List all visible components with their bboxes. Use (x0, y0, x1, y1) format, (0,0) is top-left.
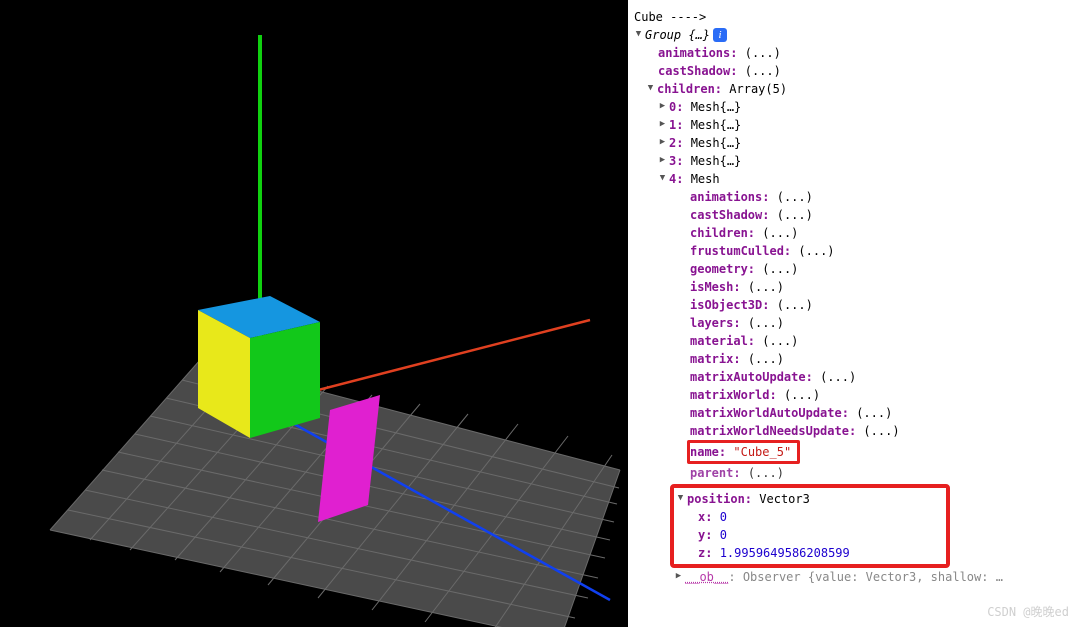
scene-svg (0, 0, 628, 627)
cube-side-face (250, 322, 320, 438)
child-3[interactable]: ▶3: Mesh {…} (634, 152, 1071, 170)
prop-observer[interactable]: ▶ __ob__: Observer {value: Vector3, shal… (634, 568, 1071, 586)
prop-matrixWorldAutoUpdate[interactable]: matrixWorldAutoUpdate: (...) (634, 404, 1071, 422)
prop-name[interactable]: name: "Cube_5" (634, 440, 1071, 464)
position-x[interactable]: x: 0 (676, 508, 940, 526)
child-4[interactable]: ▼ 4: Mesh (634, 170, 1071, 188)
prop-matrixWorldNeedsUpdate[interactable]: matrixWorldNeedsUpdate: (...) (634, 422, 1071, 440)
console-log-header: Cube ----> (634, 8, 1071, 26)
position-z[interactable]: z: 1.9959649586208599 (676, 544, 940, 562)
prop-frustumCulled[interactable]: frustumCulled: (...) (634, 242, 1071, 260)
caret-right-icon[interactable]: ▶ (658, 100, 667, 114)
caret-right-icon[interactable]: ▶ (674, 570, 683, 584)
devtools-console[interactable]: Cube ----> ▼ Group {…} i animations: (..… (628, 0, 1077, 627)
group-root[interactable]: ▼ Group {…} i (634, 26, 1071, 44)
prop-isObject3D[interactable]: isObject3D: (...) (634, 296, 1071, 314)
prop-geometry[interactable]: geometry: (...) (634, 260, 1071, 278)
prop-matrix[interactable]: matrix: (...) (634, 350, 1071, 368)
prop-matrixWorld[interactable]: matrixWorld: (...) (634, 386, 1071, 404)
caret-down-icon[interactable]: ▼ (658, 172, 667, 186)
caret-down-icon[interactable]: ▼ (634, 28, 643, 42)
caret-right-icon[interactable]: ▶ (658, 136, 667, 150)
prop-position[interactable]: ▼ position: Vector3 (676, 490, 940, 508)
3d-viewport[interactable] (0, 0, 628, 627)
info-icon[interactable]: i (713, 28, 727, 42)
caret-right-icon[interactable]: ▶ (658, 118, 667, 132)
child-2[interactable]: ▶2: Mesh {…} (634, 134, 1071, 152)
prop-castShadow[interactable]: castShadow: (...) (634, 206, 1071, 224)
child-1[interactable]: ▶1: Mesh {…} (634, 116, 1071, 134)
watermark: CSDN @晚晚ed (987, 603, 1069, 621)
prop-layers[interactable]: layers: (...) (634, 314, 1071, 332)
prop-isMesh[interactable]: isMesh: (...) (634, 278, 1071, 296)
prop-material[interactable]: material: (...) (634, 332, 1071, 350)
caret-right-icon[interactable]: ▶ (658, 154, 667, 168)
position-y[interactable]: y: 0 (676, 526, 940, 544)
prop-children[interactable]: ▼ children: Array(5) (634, 80, 1071, 98)
position-highlight: ▼ position: Vector3 x: 0 y: 0 z: 1.99596… (670, 484, 950, 568)
prop-castshadow[interactable]: castShadow: (...) (634, 62, 1071, 80)
prop-parent[interactable]: parent: (...) (634, 464, 1071, 482)
prop-children[interactable]: children: (...) (634, 224, 1071, 242)
caret-down-icon[interactable]: ▼ (646, 82, 655, 96)
prop-animations[interactable]: animations: (...) (634, 188, 1071, 206)
caret-down-icon[interactable]: ▼ (676, 492, 685, 506)
prop-matrixAutoUpdate[interactable]: matrixAutoUpdate: (...) (634, 368, 1071, 386)
prop-animations[interactable]: animations: (...) (634, 44, 1071, 62)
child-0[interactable]: ▶0: Mesh {…} (634, 98, 1071, 116)
